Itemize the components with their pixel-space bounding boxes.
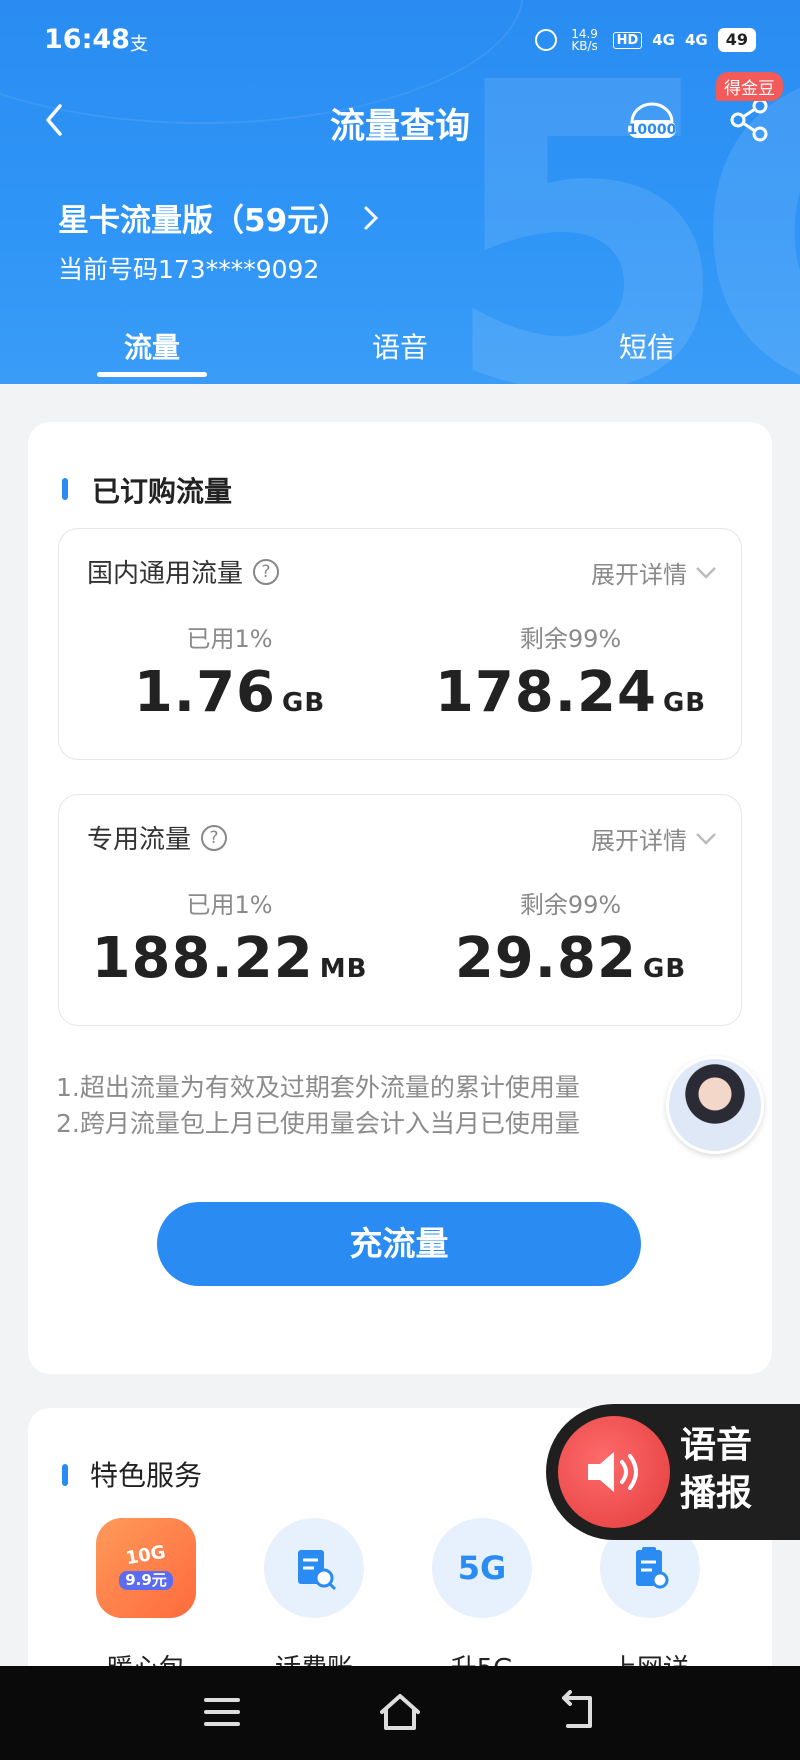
remaining-value: 178.24 <box>434 660 657 725</box>
expand-details-button[interactable]: 展开详情 <box>591 821 717 856</box>
gift-10g-icon: 10G 9.9元 <box>96 1518 196 1618</box>
subscribed-data-card: 已订购流量 国内通用流量 ? 展开详情 已用1% 1.76 GB 剩余99% 17… <box>28 422 772 1374</box>
remaining-unit: GB <box>642 954 687 984</box>
recharge-data-button[interactable]: 充流量 <box>157 1202 641 1286</box>
status-bar: 16:48 支 14.9 KB/s HD 4G 4G 49 <box>0 20 800 66</box>
used-percent: 已用1% <box>186 891 273 919</box>
assistant-avatar[interactable] <box>666 1056 764 1154</box>
bill-search-icon <box>264 1518 364 1618</box>
signal-4g-2: 4G <box>684 31 708 49</box>
help-icon[interactable]: ? <box>201 824 228 851</box>
used-column: 已用1% 188.22 MB <box>59 885 400 991</box>
tab-bar: 流量 语音 短信 <box>0 326 800 376</box>
dedicated-data-box: 专用流量 ? 展开详情 已用1% 188.22 MB 剩余99% 29.82 GB <box>58 794 742 1026</box>
feature-warm-pack[interactable]: 10G 9.9元 暖心包 <box>96 1518 196 1685</box>
remaining-percent: 剩余99% <box>519 625 622 653</box>
help-icon[interactable]: ? <box>253 558 280 585</box>
alarm-icon <box>534 29 557 51</box>
domestic-data-label: 国内通用流量 <box>87 559 244 589</box>
5g-icon: 5G <box>432 1518 532 1618</box>
phone-number: 当前号码173****9092 <box>58 255 320 284</box>
hd-badge: HD <box>612 31 643 49</box>
voice-label-1: 语音 <box>680 1425 753 1466</box>
remaining-percent: 剩余99% <box>519 891 622 919</box>
voice-label-2: 播报 <box>680 1473 753 1514</box>
domestic-data-box: 国内通用流量 ? 展开详情 已用1% 1.76 GB 剩余99% 178.24 GB <box>58 528 742 760</box>
net-speed: 14.9 KB/s <box>571 27 598 53</box>
remaining-column: 剩余99% 29.82 GB <box>400 885 741 991</box>
active-tab-indicator <box>97 372 207 377</box>
svg-text:10000: 10000 <box>628 122 677 138</box>
chevron-right-icon <box>364 206 379 229</box>
chevron-down-icon <box>696 832 716 845</box>
used-value: 1.76 <box>133 660 276 725</box>
tab-voice[interactable]: 语音 <box>300 326 500 366</box>
used-column: 已用1% 1.76 GB <box>59 619 400 725</box>
remaining-column: 剩余99% 178.24 GB <box>400 619 741 725</box>
remaining-value: 29.82 <box>454 926 637 991</box>
expand-details-button[interactable]: 展开详情 <box>591 555 717 590</box>
status-icons: 14.9 KB/s HD 4G 4G 49 <box>534 27 756 53</box>
signal-4g-1: 4G <box>652 31 675 49</box>
page-title: 流量查询 <box>329 107 470 147</box>
feature-upgrade-5g[interactable]: 5G 升5G <box>432 1518 532 1685</box>
chevron-down-icon <box>696 566 716 579</box>
status-time: 16:48 <box>44 24 130 55</box>
customer-service-10000-icon[interactable]: 10000 <box>624 100 680 140</box>
share-icon[interactable] <box>728 96 772 144</box>
home-icon[interactable] <box>376 1690 424 1734</box>
note-line-2: 2.跨月流量包上月已使用量会计入当月已使用量 <box>56 1109 580 1138</box>
system-nav-bar <box>0 1666 800 1760</box>
menu-icon[interactable] <box>198 1690 246 1734</box>
used-unit: MB <box>319 954 368 984</box>
used-value: 188.22 <box>91 926 314 991</box>
dedicated-data-label: 专用流量 <box>87 825 192 855</box>
used-unit: GB <box>282 688 326 718</box>
voice-broadcast-button[interactable]: 语音 播报 <box>546 1404 800 1540</box>
note-line-1: 1.超出流量为有效及过期套外流量的累计使用量 <box>56 1073 580 1102</box>
section-title: 已订购流量 <box>92 475 233 508</box>
section-title: 特色服务 <box>90 1459 203 1492</box>
gold-bean-badge[interactable]: 得金豆 <box>716 72 783 101</box>
speaker-icon <box>558 1416 670 1528</box>
back-icon[interactable] <box>554 1690 602 1734</box>
plan-name: 星卡流量版（59元） <box>58 203 350 239</box>
tab-sms[interactable]: 短信 <box>547 326 747 366</box>
plan-selector[interactable]: 星卡流量版（59元） <box>58 195 379 240</box>
used-percent: 已用1% <box>186 625 273 653</box>
battery-icon: 49 <box>717 28 756 52</box>
remaining-unit: GB <box>662 688 707 718</box>
app-indicator-icon: 支 <box>130 34 148 55</box>
tab-data[interactable]: 流量 <box>52 326 252 366</box>
